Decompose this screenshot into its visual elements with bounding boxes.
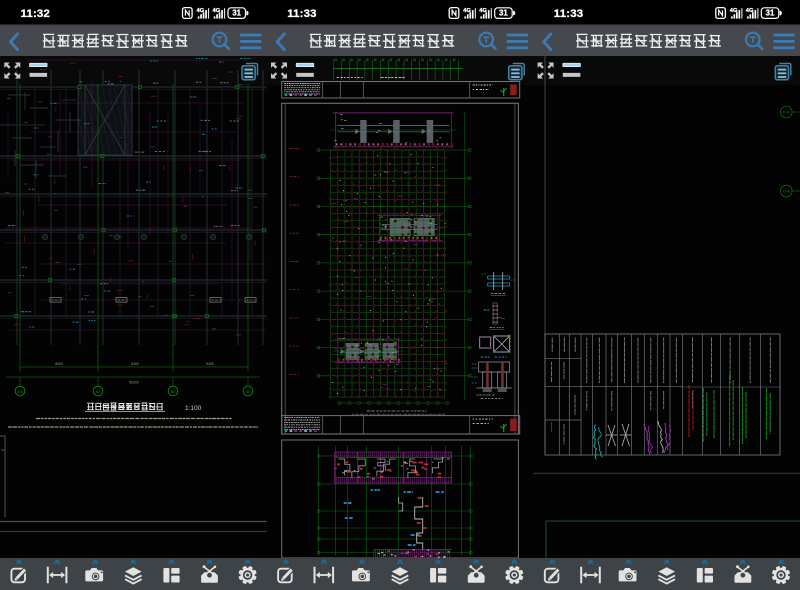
svg-text:B3: B3 — [18, 390, 23, 394]
svg-text:11:33: 11:33 — [287, 8, 317, 20]
svg-text:1:100: 1:100 — [185, 405, 202, 412]
svg-text:8400: 8400 — [131, 362, 139, 366]
svg-text:11:33: 11:33 — [554, 8, 584, 20]
svg-text:8400: 8400 — [206, 362, 214, 366]
svg-text:B5: B5 — [171, 390, 176, 394]
svg-text:8400: 8400 — [55, 362, 63, 366]
svg-text:56300: 56300 — [129, 381, 139, 385]
svg-text:11:32: 11:32 — [21, 8, 51, 20]
svg-text:B6: B6 — [246, 390, 251, 394]
svg-text:D-B: D-B — [783, 110, 790, 115]
svg-text:31: 31 — [766, 9, 775, 18]
svg-text:B4: B4 — [96, 390, 101, 394]
svg-text:D-A: D-A — [783, 189, 790, 194]
svg-text:31: 31 — [499, 9, 508, 18]
svg-text:31: 31 — [232, 9, 241, 18]
